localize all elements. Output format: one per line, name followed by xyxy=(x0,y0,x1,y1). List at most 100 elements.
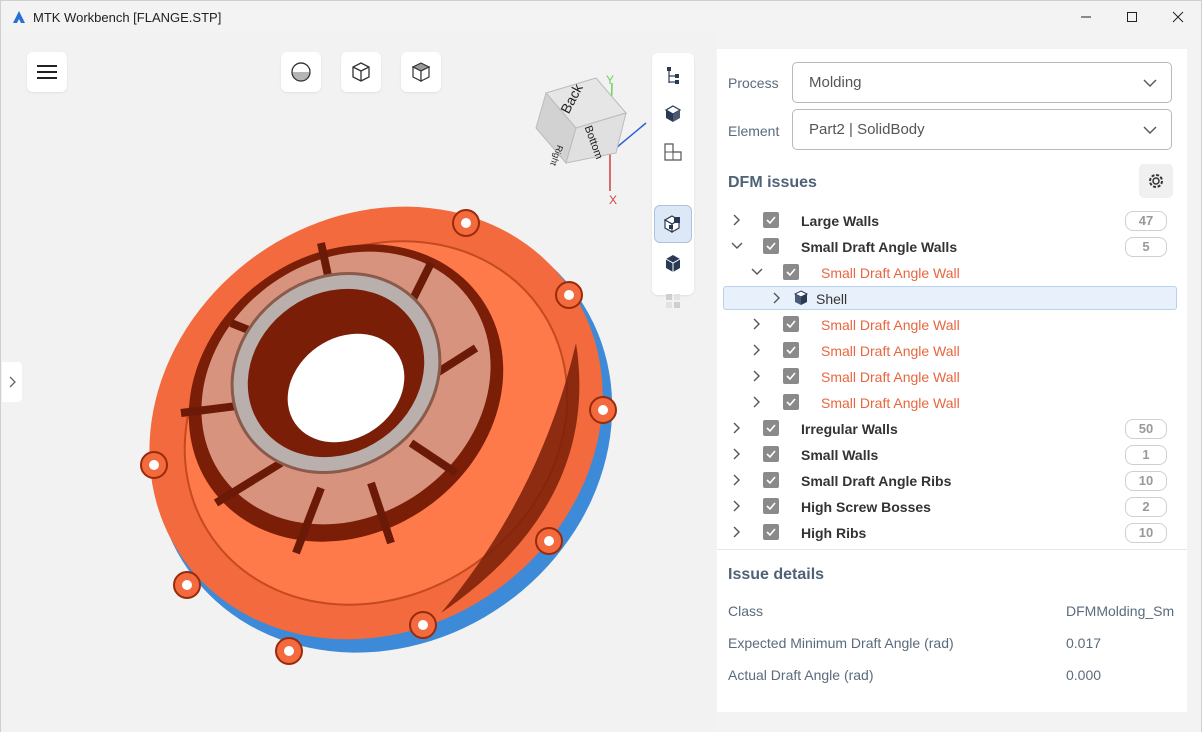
chevron-down-icon xyxy=(1143,79,1157,87)
issue-checkbox[interactable] xyxy=(763,238,779,254)
chevron-right-icon[interactable] xyxy=(771,292,783,304)
chevron-right-icon[interactable] xyxy=(751,344,763,356)
viewcube-face-right[interactable]: Right xyxy=(548,144,565,168)
issue-label: Small Draft Angle Wall xyxy=(821,317,960,333)
chevron-down-icon[interactable] xyxy=(751,266,763,278)
check-icon xyxy=(786,268,796,277)
dfm-settings-button[interactable] xyxy=(1139,164,1173,198)
tree-view-button[interactable] xyxy=(654,57,692,95)
minimize-button[interactable] xyxy=(1063,1,1109,33)
issue-subrow[interactable]: Small Draft Angle Wall xyxy=(723,391,1177,415)
issue-subrow[interactable]: Small Draft Angle Wall xyxy=(723,313,1177,337)
issue-details-title: Issue details xyxy=(728,566,825,583)
issue-count-badge: 10 xyxy=(1125,471,1167,491)
check-icon xyxy=(766,528,776,537)
issue-checkbox[interactable] xyxy=(783,342,799,358)
shaded-view-button[interactable] xyxy=(401,52,441,92)
issue-row-high-ribs[interactable]: High Ribs 10 xyxy=(723,521,1177,545)
issue-label: Small Draft Angle Wall xyxy=(821,369,960,385)
detail-value: 0.000 xyxy=(1066,667,1102,683)
issue-checkbox[interactable] xyxy=(783,368,799,384)
issue-subrow[interactable]: Small Draft Angle Wall xyxy=(723,339,1177,363)
chevron-right-icon[interactable] xyxy=(731,214,743,226)
wireframe-view-button[interactable] xyxy=(341,52,381,92)
dfm-cube-icon xyxy=(663,215,681,234)
chevron-right-icon[interactable] xyxy=(731,422,743,434)
issue-count-badge: 2 xyxy=(1125,497,1167,517)
drawing-icon xyxy=(664,143,682,161)
chevron-right-icon[interactable] xyxy=(731,500,743,512)
issue-details-panel: Issue details Class DFMMolding_Sm Expect… xyxy=(717,549,1187,712)
chevron-right-icon[interactable] xyxy=(751,370,763,382)
issue-checkbox[interactable] xyxy=(763,524,779,540)
check-icon xyxy=(766,476,776,485)
check-icon xyxy=(766,450,776,459)
title-bar: MTK Workbench [FLANGE.STP] xyxy=(1,1,1201,33)
issue-label: Small Draft Angle Wall xyxy=(821,395,960,411)
solid-cube-icon xyxy=(664,105,682,122)
dfm-issues-title: DFM issues xyxy=(728,174,817,191)
issue-checkbox[interactable] xyxy=(763,472,779,488)
drawing-view-button[interactable] xyxy=(654,133,692,171)
check-icon xyxy=(766,216,776,225)
sphere-icon xyxy=(291,62,311,82)
issue-label: Irregular Walls xyxy=(801,421,898,437)
issue-row-high-screw-bosses[interactable]: High Screw Bosses 2 xyxy=(723,495,1177,519)
viewport-3d[interactable]: Back Bottom Right Y X xyxy=(1,33,715,732)
issue-checkbox[interactable] xyxy=(763,498,779,514)
issue-row-small-draft-angle-ribs[interactable]: Small Draft Angle Ribs 10 xyxy=(723,469,1177,493)
menu-button[interactable] xyxy=(27,52,67,92)
tree-icon xyxy=(667,67,679,84)
chevron-right-icon[interactable] xyxy=(751,396,763,408)
gear-icon xyxy=(1149,174,1163,188)
hex-solid-icon xyxy=(665,255,681,272)
chevron-right-icon[interactable] xyxy=(731,526,743,538)
check-icon xyxy=(786,320,796,329)
check-icon xyxy=(766,502,776,511)
process-select[interactable]: Molding xyxy=(792,62,1172,103)
element-select[interactable]: Part2 | SolidBody xyxy=(792,109,1172,150)
issue-label: Large Walls xyxy=(801,213,880,229)
dfm-analysis-button[interactable] xyxy=(654,205,692,243)
solid-view-button[interactable] xyxy=(654,95,692,133)
issue-shell-row[interactable]: Shell xyxy=(723,286,1177,310)
left-panel-toggle[interactable] xyxy=(2,362,22,402)
issue-checkbox[interactable] xyxy=(783,394,799,410)
hamburger-icon xyxy=(37,65,57,79)
close-button[interactable] xyxy=(1155,1,1201,33)
chevron-right-icon[interactable] xyxy=(731,448,743,460)
maximize-button[interactable] xyxy=(1109,1,1155,33)
issue-count-badge: 47 xyxy=(1125,211,1167,231)
check-icon xyxy=(786,372,796,381)
issue-row-large-walls[interactable]: Large Walls 47 xyxy=(723,209,1177,233)
cube-shaded-icon xyxy=(411,62,431,82)
axis-y-label: Y xyxy=(606,73,615,87)
issue-checkbox[interactable] xyxy=(783,264,799,280)
grid-icon xyxy=(666,294,680,308)
issue-checkbox[interactable] xyxy=(783,316,799,332)
issue-row-irregular-walls[interactable]: Irregular Walls 50 xyxy=(723,417,1177,441)
chevron-right-icon[interactable] xyxy=(751,318,763,330)
issue-label: Small Walls xyxy=(801,447,879,463)
issue-checkbox[interactable] xyxy=(763,212,779,228)
check-icon xyxy=(786,346,796,355)
issue-subrow[interactable]: Small Draft Angle Wall xyxy=(723,365,1177,389)
chevron-right-icon[interactable] xyxy=(731,474,743,486)
issue-label: Small Draft Angle Wall xyxy=(821,265,960,281)
flange-3d-model[interactable] xyxy=(121,173,641,673)
issue-label: Shell xyxy=(816,291,848,307)
issue-checkbox[interactable] xyxy=(763,420,779,436)
issue-row-small-draft-angle-walls[interactable]: Small Draft Angle Walls 5 xyxy=(723,235,1177,259)
grid-view-button[interactable] xyxy=(654,282,692,320)
issue-label: Small Draft Angle Wall xyxy=(821,343,960,359)
issue-subrow[interactable]: Small Draft Angle Wall xyxy=(723,261,1177,285)
issue-label: Small Draft Angle Ribs xyxy=(801,473,952,489)
check-icon xyxy=(766,242,776,251)
issue-count-badge: 10 xyxy=(1125,523,1167,543)
issue-label: High Screw Bosses xyxy=(801,499,931,515)
issue-checkbox[interactable] xyxy=(763,446,779,462)
mesh-view-button[interactable] xyxy=(654,245,692,283)
issue-row-small-walls[interactable]: Small Walls 1 xyxy=(723,443,1177,467)
chevron-down-icon[interactable] xyxy=(731,240,743,252)
shading-button[interactable] xyxy=(281,52,321,92)
